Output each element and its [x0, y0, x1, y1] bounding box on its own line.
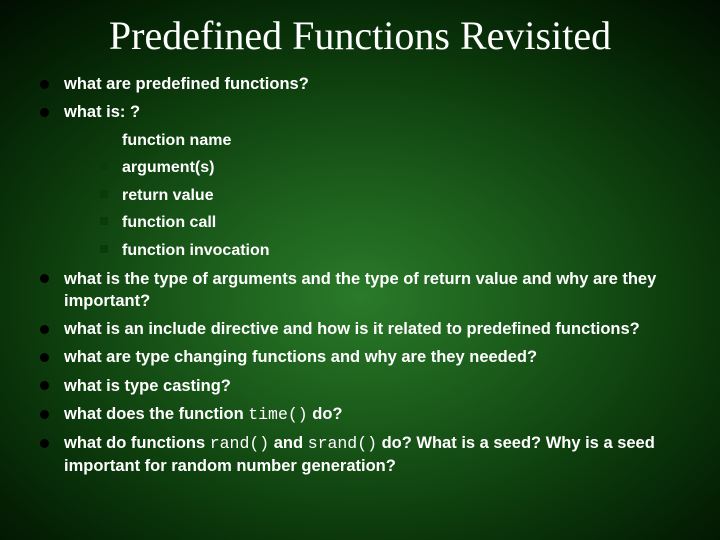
- list-item: what do functions rand() and srand() do?…: [36, 432, 690, 478]
- list-item: what is the type of arguments and the ty…: [36, 268, 690, 313]
- bullet-text: what do functions: [64, 434, 210, 452]
- code-literal: time(): [248, 405, 307, 424]
- list-item: function invocation: [98, 240, 690, 262]
- bullet-text: function invocation: [122, 242, 270, 259]
- list-item: what are predefined functions?: [36, 73, 690, 95]
- list-item: function call: [98, 212, 690, 234]
- bullet-text: do?: [308, 405, 343, 423]
- list-item: what are type changing functions and why…: [36, 346, 690, 368]
- list-item: what is an include directive and how is …: [36, 318, 690, 340]
- bullet-text: argument(s): [122, 159, 214, 176]
- bullet-text: what is an include directive and how is …: [64, 320, 640, 338]
- bullet-text: what is type casting?: [64, 377, 231, 395]
- bullet-text: function call: [122, 214, 216, 231]
- list-item: function name: [98, 130, 690, 152]
- list-item: return value: [98, 185, 690, 207]
- code-literal: srand(): [308, 434, 377, 453]
- slide-title: Predefined Functions Revisited: [0, 0, 720, 73]
- bullet-text: what are predefined functions?: [64, 75, 309, 93]
- bullet-text: return value: [122, 187, 214, 204]
- bullet-text: function name: [122, 132, 231, 149]
- list-item: what is: ? function name argument(s) ret…: [36, 101, 690, 261]
- bullet-list: what are predefined functions? what is: …: [0, 73, 720, 478]
- code-literal: rand(): [210, 434, 269, 453]
- bullet-text: what is: ?: [64, 103, 140, 121]
- slide: Predefined Functions Revisited what are …: [0, 0, 720, 540]
- bullet-text: what does the function: [64, 405, 248, 423]
- bullet-text: what is the type of arguments and the ty…: [64, 270, 656, 310]
- bullet-text: what are type changing functions and why…: [64, 348, 537, 366]
- list-item: what is type casting?: [36, 375, 690, 397]
- sub-bullet-list: function name argument(s) return value f…: [64, 130, 690, 262]
- bullet-text: and: [269, 434, 308, 452]
- list-item: what does the function time() do?: [36, 403, 690, 426]
- list-item: argument(s): [98, 157, 690, 179]
